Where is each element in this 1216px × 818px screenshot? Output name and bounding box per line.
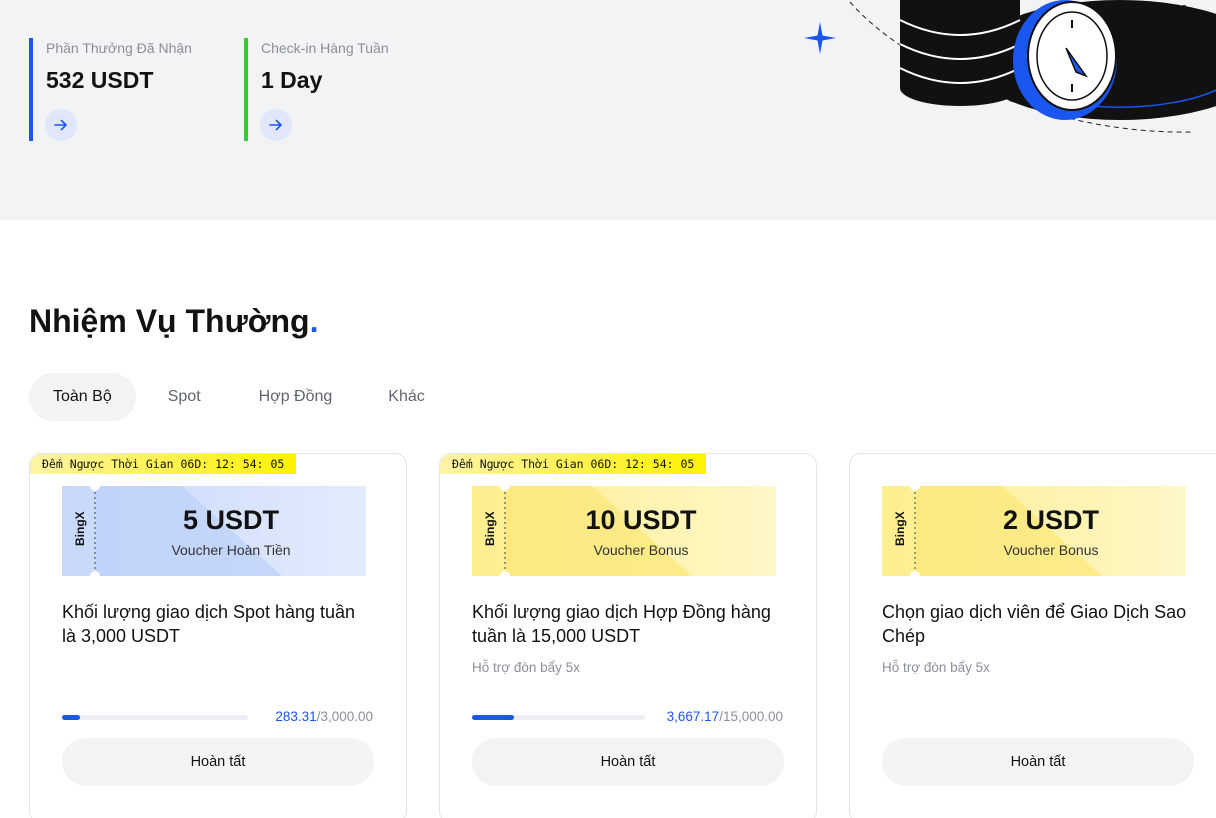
tab-other[interactable]: Khác <box>364 373 448 421</box>
task-card: BingX 2 USDT Voucher Bonus Chọn giao dịc… <box>849 453 1216 818</box>
task-card: Đếm Ngược Thời Gian 06D: 12: 54: 05 Bing… <box>439 453 817 818</box>
checkin-detail-button[interactable] <box>260 109 292 141</box>
countdown-badge: Đếm Ngược Thời Gian 06D: 12: 54: 05 <box>440 454 707 474</box>
voucher-amount: 5 USDT <box>182 505 280 535</box>
task-card: Đếm Ngược Thời Gian 06D: 12: 54: 05 Bing… <box>29 453 407 818</box>
arrow-right-icon <box>269 119 282 131</box>
progress-total: /15,000.00 <box>719 709 783 724</box>
task-subtitle: Hỗ trợ đòn bẩy 5x <box>882 660 990 675</box>
complete-button[interactable]: Hoàn tất <box>882 738 1194 786</box>
progress-bar <box>472 715 645 720</box>
voucher-ticket: BingX 2 USDT Voucher Bonus <box>882 486 1186 576</box>
progress-current: 283.31 <box>275 709 317 724</box>
task-title: Khối lượng giao dịch Spot hàng tuần là 3… <box>62 602 356 646</box>
tab-all[interactable]: Toàn Bộ <box>29 373 136 421</box>
voucher-brand-logo: BingX <box>73 511 87 546</box>
arrow-right-icon <box>54 119 67 131</box>
voucher-amount: 10 USDT <box>585 505 697 535</box>
voucher-brand-logo: BingX <box>483 511 497 546</box>
tab-spot[interactable]: Spot <box>144 373 225 421</box>
stat-value: 1 Day <box>261 67 323 93</box>
section-title-dot: . <box>309 303 319 339</box>
stat-weekly-checkin: Check-in Hàng Tuần 1 Day <box>244 38 389 141</box>
stat-label: Check-in Hàng Tuần <box>261 40 389 56</box>
stat-label: Phần Thưởng Đã Nhận <box>46 40 192 56</box>
stat-rewards-received: Phần Thưởng Đã Nhận 532 USDT <box>29 38 192 141</box>
rewards-summary-banner: Phần Thưởng Đã Nhận 532 USDT Check-in Hà… <box>0 0 1216 220</box>
countdown-badge: Đếm Ngược Thời Gian 06D: 12: 54: 05 <box>30 454 297 474</box>
task-subtitle: Hỗ trợ đòn bẩy 5x <box>472 660 580 675</box>
voucher-brand-logo: BingX <box>893 511 907 546</box>
rewards-detail-button[interactable] <box>45 109 77 141</box>
section-title-text: Nhiệm Vụ Thường <box>29 303 310 339</box>
complete-button[interactable]: Hoàn tất <box>62 738 374 786</box>
tab-futures[interactable]: Hợp Đồng <box>235 373 357 421</box>
voucher-type: Voucher Bonus <box>1003 542 1099 558</box>
task-title: Chọn giao dịch viên để Giao Dịch Sao Ché… <box>882 602 1187 646</box>
progress-fill <box>62 715 80 720</box>
task-title: Khối lượng giao dịch Hợp Đồng hàng tuần … <box>472 602 771 646</box>
progress-fill <box>472 715 515 720</box>
voucher-ticket: BingX 10 USDT Voucher Bonus <box>472 486 776 576</box>
voucher-type: Voucher Hoàn Tiền <box>171 542 291 558</box>
task-category-tabs: Toàn Bộ Spot Hợp Đồng Khác <box>29 373 449 421</box>
progress-total: /3,000.00 <box>316 709 373 724</box>
section-title: Nhiệm Vụ Thường. <box>29 300 318 342</box>
voucher-type: Voucher Bonus <box>593 542 689 558</box>
complete-button[interactable]: Hoàn tất <box>472 738 784 786</box>
progress-text: 283.31/3,000.00 <box>275 708 373 726</box>
progress-text: 3,667.17/15,000.00 <box>667 708 783 726</box>
stat-value: 532 USDT <box>46 67 154 93</box>
progress-bar <box>62 715 248 720</box>
voucher-ticket: BingX 5 USDT Voucher Hoàn Tiền <box>62 486 366 576</box>
voucher-amount: 2 USDT <box>1002 505 1100 535</box>
coins-clock-illustration <box>804 0 1216 133</box>
progress-current: 3,667.17 <box>666 709 720 724</box>
